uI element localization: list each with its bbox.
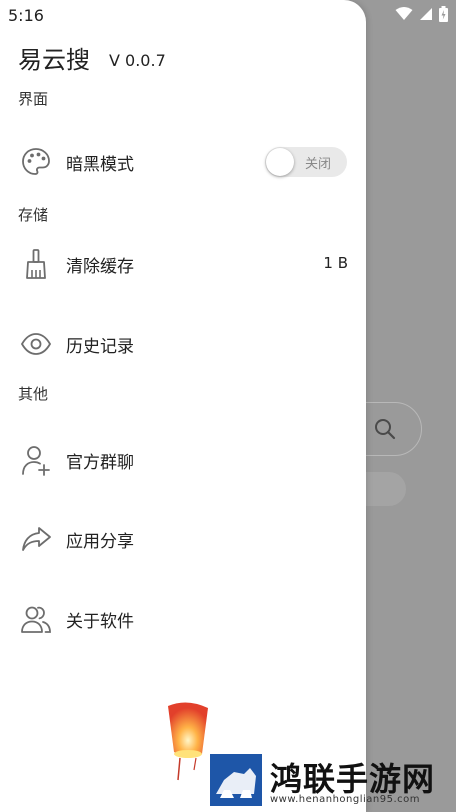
section-header-interface: 界面 — [18, 90, 49, 108]
share-arrow-icon — [22, 527, 51, 551]
signal-icon — [420, 8, 432, 20]
clear-cache-label: 清除缓存 — [66, 257, 134, 277]
wifi-icon — [395, 7, 413, 20]
app-title: 易云搜 — [18, 46, 90, 74]
share-label: 应用分享 — [66, 532, 134, 552]
status-time: 5:16 — [8, 6, 44, 25]
menu-item-about[interactable]: 关于软件 — [0, 591, 366, 647]
section-header-storage: 存储 — [18, 206, 49, 224]
battery-icon — [439, 6, 448, 22]
history-label: 历史记录 — [66, 337, 134, 357]
users-icon — [21, 606, 51, 633]
search-icon — [375, 419, 396, 440]
menu-item-clear-cache[interactable]: 清除缓存 1 B — [0, 236, 366, 292]
dark-mode-toggle[interactable]: 关闭 — [265, 147, 347, 177]
navigation-drawer: 5:16 易云搜 V 0.0.7 界面 暗黑模式 关闭 存储 清除缓存 1 B — [0, 0, 366, 812]
watermark-url: www.henanhonglian95.com — [270, 794, 421, 805]
watermark: 鸿联手游网 www.henanhonglian95.com — [210, 752, 456, 808]
eye-icon — [20, 333, 52, 355]
sky-lantern-icon — [168, 702, 208, 781]
add-user-icon — [22, 446, 50, 476]
cache-size-value: 1 B — [323, 254, 348, 272]
watermark-logo — [210, 754, 262, 806]
dark-mode-label: 暗黑模式 — [66, 155, 134, 175]
status-icons — [395, 6, 448, 22]
group-chat-label: 官方群聊 — [66, 453, 134, 473]
palette-icon — [22, 148, 50, 175]
menu-item-dark-mode[interactable]: 暗黑模式 关闭 — [0, 134, 366, 190]
bison-logo-icon — [216, 768, 256, 798]
app-version: V 0.0.7 — [109, 51, 166, 70]
menu-item-share[interactable]: 应用分享 — [0, 511, 366, 567]
toggle-state-text: 关闭 — [305, 157, 332, 172]
section-header-other: 其他 — [18, 385, 49, 403]
menu-item-group-chat[interactable]: 官方群聊 — [0, 432, 366, 488]
broom-icon — [26, 249, 46, 279]
about-label: 关于软件 — [66, 612, 134, 632]
menu-item-history[interactable]: 历史记录 — [0, 316, 366, 372]
toggle-knob — [266, 148, 294, 176]
